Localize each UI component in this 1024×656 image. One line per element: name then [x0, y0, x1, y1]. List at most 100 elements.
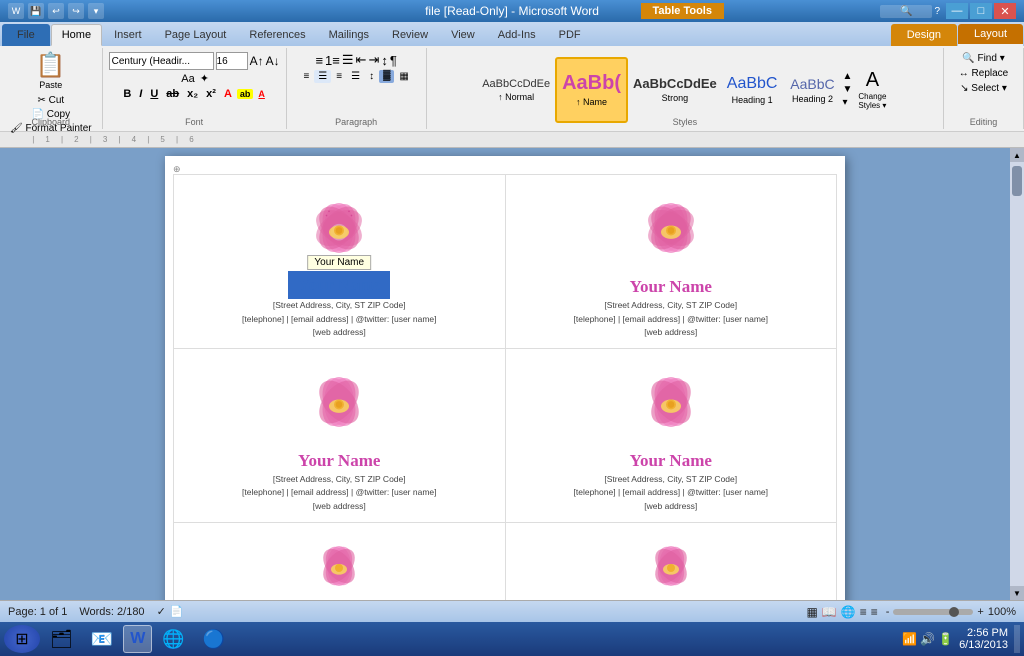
save-quick-icon[interactable]: 💾 [28, 3, 44, 19]
find-button[interactable]: 🔍 Find ▾ [958, 52, 1008, 65]
taskbar-word[interactable]: W [123, 625, 152, 653]
spell-check-icon[interactable]: ✓ [157, 605, 166, 618]
word-icon[interactable]: W [8, 3, 24, 19]
font-name-input[interactable] [109, 52, 214, 70]
tab-review[interactable]: Review [381, 24, 439, 46]
taskbar-chrome[interactable]: 🔵 [195, 625, 233, 653]
card-cell-4[interactable]: Your Name [Street Address, City, ST ZIP … [505, 348, 837, 522]
zoom-slider-thumb[interactable] [949, 607, 959, 617]
change-styles-button[interactable]: A ChangeStyles ▾ [852, 67, 892, 112]
view-print-layout[interactable]: ▦ [806, 605, 817, 619]
close-button[interactable]: ✕ [994, 3, 1016, 19]
cut-button[interactable]: ✂ Cut [33, 94, 68, 107]
style-normal[interactable]: AaBbCcDdEe ↑ Normal [477, 57, 555, 123]
font-size-input[interactable] [216, 52, 248, 70]
your-name-selected[interactable]: Your Name [290, 273, 388, 297]
tab-pdf[interactable]: PDF [548, 24, 592, 46]
change-styles-icon: A [866, 69, 879, 92]
card-cell-2[interactable]: Your Name [Street Address, City, ST ZIP … [505, 175, 837, 349]
tab-home[interactable]: Home [51, 24, 102, 46]
style-heading1[interactable]: AaBbC Heading 1 [722, 57, 783, 123]
taskbar-outlook[interactable]: 📧 [83, 625, 121, 653]
superscript-button[interactable]: x² [203, 88, 219, 100]
styles-expand[interactable]: ▾ [842, 97, 852, 108]
taskbar-ie[interactable]: 🌐 [154, 625, 192, 653]
zoom-out-button[interactable]: - [886, 606, 890, 618]
text-color-button[interactable]: A [221, 88, 235, 100]
undo-quick-icon[interactable]: ↩ [48, 3, 64, 19]
align-left-button[interactable]: ≡ [299, 70, 313, 83]
paste-button[interactable]: 📋 Paste [30, 52, 72, 92]
tab-add-ins[interactable]: Add-Ins [487, 24, 547, 46]
redo-quick-icon[interactable]: ↪ [68, 3, 84, 19]
zoom-in-button[interactable]: + [977, 606, 983, 618]
show-desktop-button[interactable] [1014, 625, 1020, 653]
shading-button[interactable]: ▓ [379, 70, 394, 83]
your-name-3[interactable]: Your Name [298, 451, 380, 471]
style-name[interactable]: AaBb( ↑ Name [555, 57, 628, 123]
change-case-button[interactable]: Aa [179, 73, 196, 85]
replace-button[interactable]: ↔ Replace [955, 67, 1012, 80]
tab-page-layout[interactable]: Page Layout [154, 24, 238, 46]
font-shrink-button[interactable]: A↓ [266, 54, 280, 68]
line-spacing-button[interactable]: ↕ [365, 70, 378, 83]
strikethrough-button[interactable]: ab [163, 88, 182, 100]
bold-button[interactable]: B [120, 88, 134, 100]
help-icon[interactable]: ? [934, 6, 940, 17]
maximize-button[interactable]: □ [970, 3, 992, 19]
select-button[interactable]: ↘ Select ▾ [956, 82, 1011, 95]
card-cell-3[interactable]: Your Name [Street Address, City, ST ZIP … [174, 348, 506, 522]
font-color-button[interactable]: A [255, 89, 268, 99]
scroll-up-arrow[interactable]: ▲ [1010, 148, 1024, 162]
style-strong[interactable]: AaBbCcDdEe Strong [628, 57, 722, 123]
view-icon-print[interactable]: 📄 [170, 605, 184, 618]
tab-file[interactable]: File [2, 24, 50, 46]
borders-button[interactable]: ▦ [395, 70, 412, 83]
your-name-4[interactable]: Your Name [630, 451, 712, 471]
scroll-down-arrow[interactable]: ▼ [1010, 586, 1024, 600]
font-grow-button[interactable]: A↑ [250, 54, 264, 68]
sort-button[interactable]: ↕ [381, 53, 388, 68]
align-right-button[interactable]: ≡ [332, 70, 346, 83]
clear-format-button[interactable]: ✦ [200, 72, 209, 85]
clock[interactable]: 2:56 PM 6/13/2013 [959, 627, 1008, 651]
show-formatting-button[interactable]: ¶ [390, 53, 397, 68]
underline-button[interactable]: U [147, 88, 161, 100]
card-cell-1[interactable]: Your Name Your Name [Street Address, Cit… [174, 175, 506, 349]
numbering-button[interactable]: 1≡ [325, 53, 340, 68]
styles-scroll-up[interactable]: ▲ [842, 71, 852, 82]
styles-scroll[interactable]: ▲ ▼ ▾ [842, 71, 852, 108]
align-justify-button[interactable]: ☰ [347, 70, 364, 83]
tab-references[interactable]: References [238, 24, 316, 46]
help-search[interactable]: 🔍 [880, 5, 932, 18]
bullets-button[interactable]: ≡ [315, 53, 323, 68]
decrease-indent-button[interactable]: ⇤ [356, 52, 367, 68]
view-web-layout[interactable]: 🌐 [841, 605, 856, 619]
tab-design[interactable]: Design [891, 24, 957, 46]
vertical-scrollbar[interactable]: ▲ ▼ [1010, 148, 1024, 600]
view-outline[interactable]: ≡ [860, 605, 867, 619]
start-button[interactable]: ⊞ [4, 625, 40, 653]
tab-layout[interactable]: Layout [958, 24, 1023, 46]
scroll-thumb[interactable] [1012, 166, 1022, 196]
increase-indent-button[interactable]: ⇥ [368, 52, 379, 68]
tab-mailings[interactable]: Mailings [318, 24, 380, 46]
minimize-button[interactable]: — [946, 3, 968, 19]
styles-scroll-down[interactable]: ▼ [842, 84, 852, 95]
card-cell-6[interactable] [505, 522, 837, 600]
customize-quick-icon[interactable]: ▾ [88, 3, 104, 19]
view-draft[interactable]: ≡ [871, 605, 878, 619]
subscript-button[interactable]: x₂ [184, 88, 201, 100]
view-full-reading[interactable]: 📖 [822, 605, 837, 619]
taskbar-explorer[interactable]: 🗂 [42, 625, 81, 653]
your-name-2[interactable]: Your Name [630, 277, 712, 297]
zoom-slider[interactable] [893, 609, 973, 615]
italic-button[interactable]: I [136, 88, 145, 100]
align-center-button[interactable]: ☰ [314, 70, 331, 83]
card-cell-5[interactable] [174, 522, 506, 600]
style-heading2[interactable]: AaBbC Heading 2 [782, 57, 842, 123]
multilevel-button[interactable]: ☰ [342, 52, 354, 68]
tab-view[interactable]: View [440, 24, 486, 46]
highlight-button[interactable]: ab [237, 89, 254, 99]
tab-insert[interactable]: Insert [103, 24, 153, 46]
